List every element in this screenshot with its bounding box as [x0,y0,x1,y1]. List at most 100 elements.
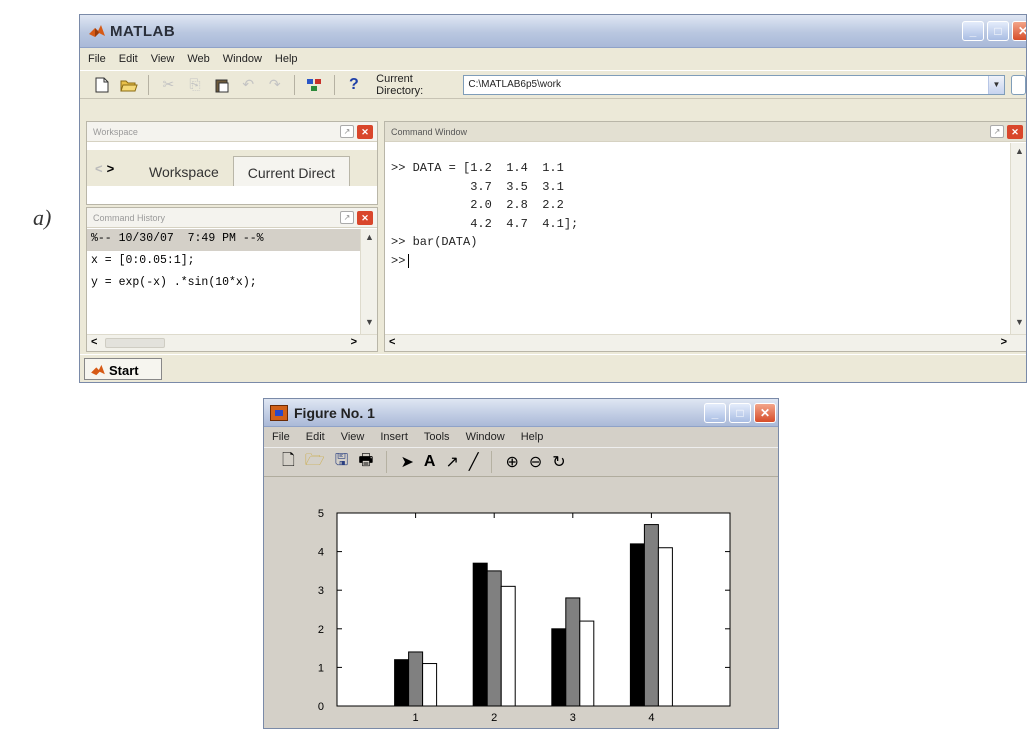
menu-view[interactable]: View [341,431,365,443]
scroll-down-icon[interactable]: ▼ [1013,317,1026,331]
y-tick-label: 4 [318,547,324,559]
y-tick-label: 3 [318,585,324,597]
menu-file[interactable]: File [88,53,106,65]
undock-icon[interactable]: ↗ [340,211,354,224]
simulink-icon[interactable] [304,75,325,95]
menu-help[interactable]: Help [275,53,298,65]
menu-insert[interactable]: Insert [380,431,408,443]
command-history-panel: Command History ↗ ✕ %-- 10/30/07 7:49 PM… [86,207,378,352]
command-window-title: Command Window ↗ ✕ [385,122,1026,142]
scroll-thumb[interactable] [105,338,165,348]
close-button[interactable]: ✕ [1012,21,1026,41]
menu-web[interactable]: Web [187,53,209,65]
open-icon[interactable]: 🗁 [305,449,325,476]
command-line: 2.0 2.8 2.2 [391,198,564,213]
arrow-insert-icon[interactable]: ↗ [445,452,458,472]
history-session-stamp[interactable]: %-- 10/30/07 7:49 PM --% [87,229,360,251]
menu-tools[interactable]: Tools [424,431,450,443]
minimize-button[interactable]: _ [962,21,984,41]
chevron-left-icon[interactable]: < [95,161,103,176]
maximize-button[interactable]: □ [729,403,751,423]
vertical-scrollbar[interactable]: ▲ ▼ [360,229,377,334]
text-cursor [408,253,410,268]
y-tick-label: 5 [318,508,324,520]
menu-edit[interactable]: Edit [306,431,325,443]
close-icon[interactable]: ✕ [357,211,373,225]
matlab-logo-icon [91,364,105,376]
zoom-in-icon[interactable]: ⊕ [505,452,518,472]
x-tick-label: 3 [570,712,576,724]
horizontal-scrollbar[interactable]: < > [87,334,377,351]
bar [643,524,659,707]
history-item[interactable]: y = exp(-x) .*sin(10*x); [87,273,360,295]
close-icon[interactable]: ✕ [357,125,373,139]
copy-icon[interactable]: ⎘ [185,75,206,95]
bar [629,543,645,707]
title-bar: MATLAB _ □ ✕ [80,15,1026,48]
undock-icon[interactable]: ↗ [990,125,1004,138]
y-tick-label: 1 [318,662,324,674]
menu-help[interactable]: Help [521,431,544,443]
minimize-button[interactable]: _ [704,403,726,423]
scroll-left-icon[interactable]: < [389,336,395,348]
help-icon[interactable]: ? [344,75,365,95]
close-icon[interactable]: ✕ [1007,125,1023,139]
zoom-out-icon[interactable]: ⊖ [529,452,542,472]
current-directory-input[interactable]: C:\MATLAB6p5\work ▼ [463,74,1005,95]
paste-icon[interactable] [211,75,232,95]
rotate-icon[interactable]: ↻ [552,452,565,472]
horizontal-scrollbar[interactable]: < > [385,334,1026,351]
browse-directory-button[interactable] [1010,74,1026,95]
close-button[interactable]: ✕ [754,403,776,423]
maximize-button[interactable]: □ [987,21,1009,41]
scroll-right-icon[interactable]: > [1001,336,1007,348]
arrow-select-icon[interactable]: ➤ [400,452,413,472]
tab-current-directory[interactable]: Current Direct [232,156,350,186]
history-item[interactable]: x = [0:0.05:1]; [87,251,360,273]
toolbar-separator [294,74,296,95]
history-panel-title: Command History ↗ ✕ [87,208,377,228]
scroll-down-icon[interactable]: ▼ [363,317,376,331]
start-button[interactable]: Start [84,358,162,380]
command-line: >> bar(DATA) [391,235,478,250]
open-folder-icon[interactable] [119,75,140,95]
bar [500,585,516,707]
figure-window: Figure No. 1 _ □ ✕ File Edit View Insert… [263,398,779,729]
redo-icon[interactable]: ↷ [265,75,286,95]
prompt-text: >> [391,254,406,269]
bar [472,562,488,707]
tab-workspace[interactable]: Workspace [135,156,233,186]
undock-icon[interactable]: ↗ [340,125,354,138]
print-icon[interactable]: 🖶 [358,449,373,476]
save-icon[interactable]: 🖫 [335,449,349,476]
scroll-up-icon[interactable]: ▲ [1013,146,1026,160]
bar-chart: 0 1 2 3 4 5 1 2 3 4 [318,508,731,724]
cut-icon[interactable]: ✂ [158,75,179,95]
menu-window[interactable]: Window [223,53,262,65]
menu-edit[interactable]: Edit [119,53,138,65]
chevron-down-icon[interactable]: ▼ [987,75,1004,94]
menu-file[interactable]: File [272,431,290,443]
history-list: %-- 10/30/07 7:49 PM --% x = [0:0.05:1];… [87,229,360,334]
command-output[interactable]: >> DATA = [1.2 1.4 1.1 3.7 3.5 3.1 2.0 2… [385,143,1010,334]
x-tick-label: 4 [648,712,654,724]
bar [565,597,581,707]
command-prompt[interactable]: >> [391,253,1010,273]
new-file-icon[interactable] [92,75,113,95]
menu-window[interactable]: Window [466,431,505,443]
command-window-panel[interactable]: Command Window ↗ ✕ >> DATA = [1.2 1.4 1.… [384,121,1026,352]
scroll-left-icon[interactable]: < [91,336,97,348]
y-tick-label: 2 [318,624,324,636]
text-insert-icon[interactable]: A [424,453,436,471]
line-insert-icon[interactable]: ╱ [469,452,479,472]
undo-icon[interactable]: ↶ [238,75,259,95]
chevron-right-icon[interactable]: > [107,161,115,176]
menu-view[interactable]: View [151,53,175,65]
new-figure-icon[interactable]: 🗋 [282,449,295,476]
vertical-scrollbar[interactable]: ▲ ▼ [1010,143,1026,334]
bar [408,651,424,707]
scroll-up-icon[interactable]: ▲ [363,232,376,246]
toolbar: ✂ ⎘ ↶ ↷ ? Current Directory: C:\MATLAB6p… [80,70,1026,99]
command-line: 3.7 3.5 3.1 [391,179,564,194]
scroll-right-icon[interactable]: > [351,336,357,348]
